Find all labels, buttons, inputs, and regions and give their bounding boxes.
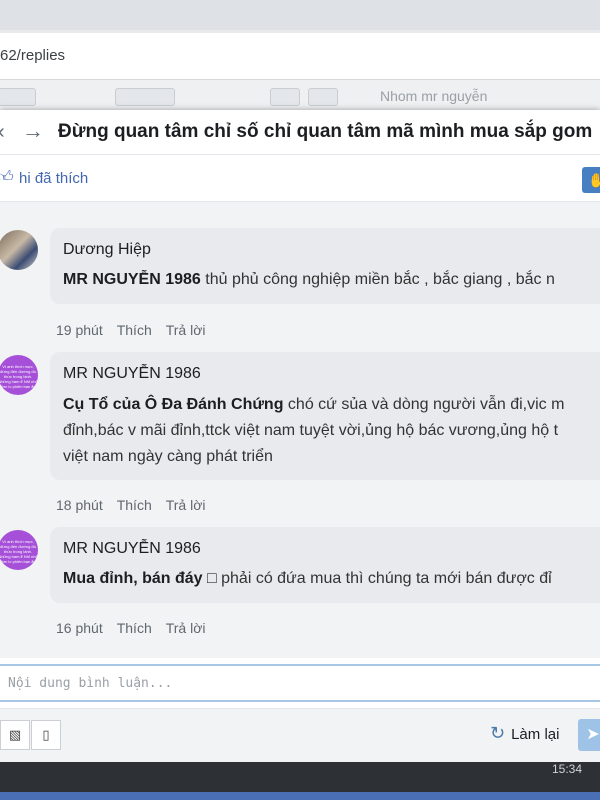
reply-link[interactable]: Trả lời	[166, 322, 206, 338]
comment-list: Dương Hiệp MR NGUYỄN 1986 thủ phủ công n…	[0, 202, 600, 658]
like-link[interactable]: Thích	[117, 497, 152, 513]
comment-input[interactable]: Nội dung bình luận...	[0, 664, 600, 702]
mention-tag[interactable]: Cụ Tổ của Ô Đa Đánh Chứng	[63, 396, 283, 413]
image-upload-icon[interactable]: ▧	[0, 720, 30, 750]
replies-modal: ‹ → Đừng quan tâm chỉ số chỉ quan tâm mã…	[0, 110, 600, 763]
bg-button	[0, 88, 36, 106]
comment-text: thủ phủ công nghiệp miền bắc , bắc giang…	[200, 271, 555, 288]
post-title: Đừng quan tâm chỉ số chỉ quan tâm mã mìn…	[58, 121, 593, 142]
comment-author[interactable]: Dương Hiệp	[63, 241, 151, 259]
comment-author[interactable]: MR NGUYỄN 1986	[63, 540, 201, 558]
comment-body: Cụ Tổ của Ô Đa Đánh Chứng chó cứ sủa và …	[63, 392, 600, 470]
comment-bubble: MR NGUYỄN 1986 Cụ Tổ của Ô Đa Đánh Chứng…	[50, 352, 600, 480]
comment-bubble: MR NGUYỄN 1986 Mua đỉnh, bán đáy □ phải …	[50, 527, 600, 603]
comment-meta: 19 phút Thích Trả lời	[56, 322, 220, 338]
mention-tag[interactable]: MR NGUYỄN 1986	[63, 271, 201, 288]
comment-body: MR NGUYỄN 1986 thủ phủ công nghiệp miền …	[63, 267, 600, 293]
reset-label: Làm lại	[511, 726, 560, 743]
back-arrow-icon[interactable]: ‹	[0, 122, 5, 142]
reply-link[interactable]: Trả lời	[166, 497, 206, 513]
reset-button[interactable]: ↻ Làm lại	[490, 723, 559, 744]
comment-composer: Nội dung bình luận... ▧ ▯ ↻ Làm lại ➤	[0, 658, 600, 763]
url-text: 62/replies	[0, 47, 66, 64]
comment-meta: 16 phút Thích Trả lời	[56, 620, 220, 636]
comment-text-line: đỉnh,bác v mãi đỉnh,ttck việt nam tuyệt …	[63, 422, 559, 439]
clock-fragment: 15:34	[552, 762, 583, 776]
comment-text: □ phải có đứa mua thì chúng ta mới bán đ…	[202, 570, 552, 587]
avatar[interactable]: Vì anh thích mực, đừng đến đường đó thức…	[0, 355, 38, 395]
bg-toggle	[115, 88, 175, 106]
refresh-icon: ↻	[490, 723, 506, 743]
comment-text-line: việt nam ngày càng phát triển	[63, 448, 273, 465]
attachment-icon[interactable]: ▯	[31, 720, 61, 750]
like-summary[interactable]: hi đã thích	[19, 170, 88, 187]
bg-add-icon	[308, 88, 338, 106]
comment-meta: 18 phút Thích Trả lời	[56, 497, 220, 513]
like-bar: 👍︎ hi đã thích ✋	[0, 155, 600, 202]
comment-time: 16 phút	[56, 620, 103, 636]
comment-time: 18 phút	[56, 497, 103, 513]
comment-bubble: Dương Hiệp MR NGUYỄN 1986 thủ phủ công n…	[50, 228, 600, 304]
like-link[interactable]: Thích	[117, 620, 152, 636]
taskbar-strip	[0, 792, 600, 800]
avatar[interactable]: Vì anh thích mực, đừng đến đường đó thức…	[0, 530, 38, 570]
comment-body: Mua đỉnh, bán đáy □ phải có đứa mua thì …	[63, 566, 600, 592]
forward-arrow-icon[interactable]: →	[22, 120, 44, 142]
bg-search-text: Nhom mr nguyễn	[380, 88, 488, 104]
composer-toolbar: ▧ ▯ ↻ Làm lại ➤	[0, 708, 600, 763]
address-bar[interactable]: 62/replies	[0, 33, 600, 80]
reply-link[interactable]: Trả lời	[166, 620, 206, 636]
modal-header: ‹ → Đừng quan tâm chỉ số chỉ quan tâm mã…	[0, 110, 600, 155]
send-button[interactable]: ➤	[578, 719, 600, 751]
like-button[interactable]: ✋	[582, 167, 600, 193]
mention-tag[interactable]: Mua đỉnh, bán đáy	[63, 570, 203, 587]
browser-tab-strip	[0, 0, 600, 30]
comment-time: 19 phút	[56, 322, 103, 338]
background-toolbar: Nhom mr nguyễn	[0, 80, 600, 110]
avatar[interactable]	[0, 230, 38, 270]
like-link[interactable]: Thích	[117, 322, 152, 338]
bg-grid-icon	[270, 88, 300, 106]
thumbs-up-icon: 👍︎	[0, 169, 14, 186]
comment-text-line: chó cứ sủa và dòng người vẫn đi,vic m	[283, 396, 565, 413]
comment-author[interactable]: MR NGUYỄN 1986	[63, 365, 201, 383]
